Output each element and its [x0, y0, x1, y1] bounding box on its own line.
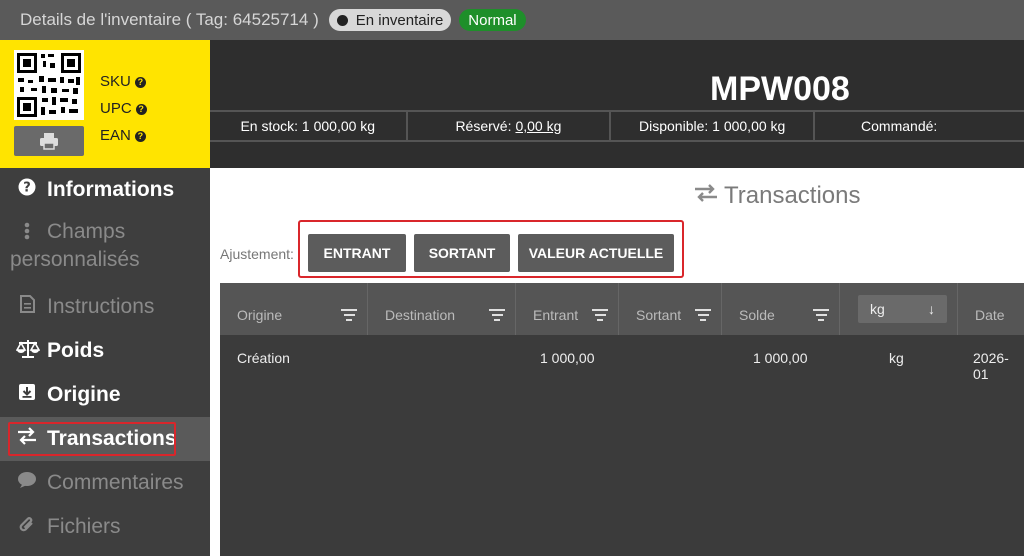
column-header-solde[interactable]: Solde: [722, 283, 840, 335]
sidebar-item-label: Informations: [47, 178, 175, 201]
stat-available: Disponible: 1 000,00 kg: [611, 112, 816, 140]
stat-reserved-label: Réservé:: [455, 118, 512, 134]
sku-help-icon[interactable]: ?: [134, 76, 146, 88]
stat-reserved: Réservé: 0,00 kg: [408, 112, 612, 140]
item-code-title: MPW008: [710, 70, 850, 108]
column-header-origine[interactable]: Origine: [220, 283, 368, 335]
sidebar-item-label: Instructions: [47, 295, 155, 318]
section-title-text: Transactions: [724, 182, 861, 209]
sidebar-item-label: Origine: [47, 383, 121, 406]
status-dot-icon: [336, 14, 348, 26]
code-labels: SKU? UPC? EAN?: [100, 68, 147, 149]
entrant-button[interactable]: ENTRANT: [308, 234, 406, 272]
section-title: Transactions: [694, 182, 861, 210]
sortant-button[interactable]: SORTANT: [414, 234, 510, 272]
column-label: Entrant: [533, 307, 579, 323]
printer-icon: [40, 133, 58, 150]
cell-in: 1 000,00: [540, 350, 595, 366]
unit-select-value: kg: [870, 301, 885, 317]
item-header: MPW008 En stock: 1 000,00 kg Réservé: 0,0…: [210, 40, 1024, 168]
sku-row: SKU?: [100, 68, 147, 95]
svg-text:?: ?: [23, 181, 31, 196]
paperclip-icon: [16, 515, 38, 540]
sidebar-item-fichiers[interactable]: Fichiers: [0, 505, 210, 549]
scale-icon: [15, 339, 41, 364]
sku-label: SKU: [100, 73, 131, 90]
stat-in-stock: En stock: 1 000,00 kg: [210, 112, 408, 140]
ean-row: EAN?: [100, 122, 147, 149]
stat-ordered: Commandé:: [815, 112, 1024, 140]
sidebar-item-label: Commentaires: [47, 471, 184, 494]
sidebar-item-label: Fichiers: [47, 515, 121, 538]
filter-icon[interactable]: [341, 308, 357, 323]
ean-label: EAN: [100, 127, 131, 144]
valeur-actuelle-button[interactable]: VALEUR ACTUELLE: [518, 234, 674, 272]
column-header-entrant[interactable]: Entrant: [516, 283, 619, 335]
column-label: Sortant: [636, 307, 682, 323]
cell-origin: Création: [237, 350, 290, 366]
sidebar-item-poids[interactable]: Poids: [0, 329, 210, 373]
transactions-table: Origine Destination Entrant Sortant Sold…: [220, 283, 1024, 556]
status-badge-inventory: En inventaire: [328, 9, 452, 31]
table-header: Origine Destination Entrant Sortant Sold…: [220, 283, 1024, 335]
upc-label: UPC: [100, 100, 132, 117]
adjust-buttons-highlight: ENTRANT SORTANT VALEUR ACTUELLE: [298, 220, 684, 278]
filter-icon[interactable]: [592, 308, 608, 323]
table-row[interactable]: Création 1 000,00 1 000,00 kg 2026-01: [220, 335, 1024, 382]
sidebar-item-transactions[interactable]: Transactions: [0, 417, 210, 461]
arrow-down-icon: ↓: [928, 301, 935, 317]
document-icon: [16, 295, 38, 318]
sidebar: SKU? UPC? EAN? ? Informations Champs per…: [0, 40, 210, 556]
column-label: Date: [975, 307, 1005, 323]
sidebar-item-champs-personnalises[interactable]: Champs personnalisés: [0, 212, 210, 285]
status-inventory-label: En inventaire: [355, 11, 444, 29]
upc-row: UPC?: [100, 95, 147, 122]
column-header-destination[interactable]: Destination: [368, 283, 516, 335]
window-title: Details de l'inventaire ( Tag: 64525714 …: [20, 10, 319, 29]
sidebar-item-origine[interactable]: Origine: [0, 373, 210, 417]
main-panel: MPW008 En stock: 1 000,00 kg Réservé: 0,0…: [210, 40, 1024, 556]
sidebar-item-label: Champs personnalisés: [10, 220, 140, 271]
filter-icon[interactable]: [813, 308, 829, 323]
column-label: Origine: [237, 307, 283, 323]
arrows-exchange-icon: [694, 182, 718, 209]
transactions-section: Transactions Ajustement: ENTRANT SORTANT…: [210, 168, 1024, 556]
status-badge-normal: Normal: [459, 9, 526, 31]
print-button[interactable]: [14, 126, 84, 156]
identifier-panel: SKU? UPC? EAN?: [0, 40, 210, 168]
adjust-label: Ajustement:: [220, 246, 294, 262]
column-header-sortant[interactable]: Sortant: [619, 283, 722, 335]
sidebar-item-instructions[interactable]: Instructions: [0, 285, 210, 329]
reserved-value-link[interactable]: 0,00 kg: [515, 118, 561, 134]
sidebar-item-informations[interactable]: ? Informations: [0, 168, 210, 212]
ean-help-icon[interactable]: ?: [134, 130, 146, 142]
qr-code-icon: [14, 50, 84, 120]
question-circle-icon: ?: [16, 178, 38, 201]
window-titlebar: Details de l'inventaire ( Tag: 64525714 …: [0, 0, 1024, 40]
sidebar-item-label: Poids: [47, 339, 105, 362]
upc-help-icon[interactable]: ?: [135, 103, 147, 115]
column-header-unit: kg ↓: [840, 283, 958, 335]
speech-bubble-icon: [16, 471, 38, 494]
stat-in-stock-text: En stock: 1 000,00 kg: [240, 118, 376, 134]
stat-ordered-text: Commandé:: [861, 118, 938, 134]
unit-select[interactable]: kg ↓: [858, 295, 947, 323]
column-label: Destination: [385, 307, 456, 323]
active-highlight-box: [8, 422, 176, 456]
sidebar-nav: ? Informations Champs personnalisés Inst…: [0, 168, 210, 549]
stat-available-text: Disponible: 1 000,00 kg: [639, 118, 786, 134]
filter-icon[interactable]: [489, 308, 505, 323]
filter-icon[interactable]: [695, 308, 711, 323]
column-label: Solde: [739, 307, 775, 323]
column-header-date[interactable]: Date: [958, 283, 1024, 335]
sidebar-item-commentaires[interactable]: Commentaires: [0, 461, 210, 505]
cell-date: 2026-01: [973, 350, 1009, 382]
stock-stats-bar: En stock: 1 000,00 kg Réservé: 0,00 kg Di…: [210, 110, 1024, 142]
download-box-icon: [16, 383, 38, 406]
cell-unit: kg: [889, 350, 904, 366]
status-normal-label: Normal: [468, 11, 517, 29]
cell-balance: 1 000,00: [753, 350, 808, 366]
